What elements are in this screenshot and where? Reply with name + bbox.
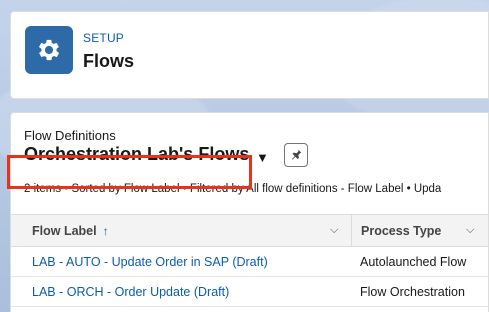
process-type-cell: Flow Orchestration xyxy=(360,285,465,299)
list-view-switcher-icon[interactable]: ▼ xyxy=(256,150,269,165)
list-view-eyebrow: Flow Definitions xyxy=(24,128,116,143)
chevron-down-icon[interactable]: ⌵ xyxy=(466,224,474,237)
pin-list-button[interactable] xyxy=(284,143,308,167)
flow-label-link[interactable]: LAB - ORCH - Order Update (Draft) xyxy=(32,277,229,307)
column-header-label: Process Type xyxy=(361,223,442,238)
chevron-down-icon[interactable]: ⌵ xyxy=(330,224,338,237)
sort-ascending-icon: ↑ xyxy=(102,223,109,238)
setup-header: SETUP Flows xyxy=(10,11,489,99)
column-header-flow-label[interactable]: Flow Label ↑ ⌵ xyxy=(11,215,351,246)
column-header-process-type[interactable]: Process Type ⌵ xyxy=(351,215,488,246)
process-type-cell: Autolaunched Flow xyxy=(360,255,467,269)
gear-icon xyxy=(25,26,73,74)
setup-eyebrow[interactable]: SETUP xyxy=(83,31,124,45)
flow-label-link[interactable]: LAB - AUTO - Update Order in SAP (Draft) xyxy=(32,247,268,277)
table-row: LAB - AUTO - Update Order in SAP (Draft)… xyxy=(11,247,488,277)
table-header: Flow Label ↑ ⌵ Process Type ⌵ xyxy=(11,214,488,247)
list-view-card: Flow Definitions Orchestration Lab's Flo… xyxy=(10,112,489,312)
pin-icon xyxy=(291,149,302,160)
page-title: Flows xyxy=(83,51,135,71)
table-row: LAB - ORCH - Order Update (Draft) Flow O… xyxy=(11,277,488,307)
column-header-label: Flow Label xyxy=(32,223,97,238)
highlight-annotation xyxy=(7,155,252,189)
